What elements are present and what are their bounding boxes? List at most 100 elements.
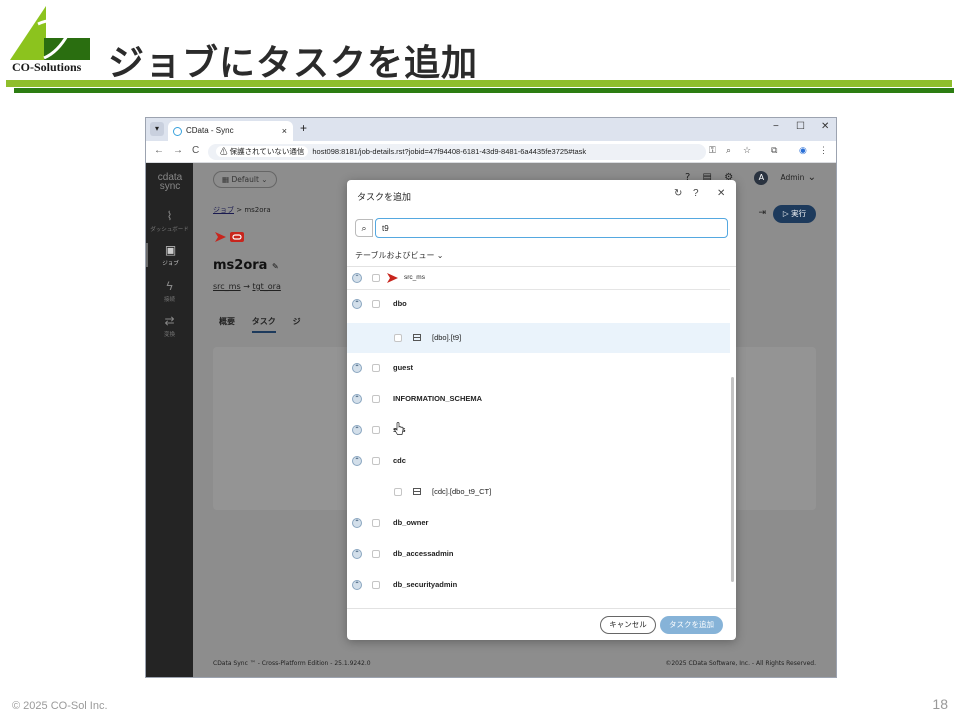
extensions-icon[interactable]: ⧉ bbox=[771, 145, 777, 156]
tree-row-connection[interactable]: ⌃ src_ms bbox=[347, 267, 730, 289]
tree-row-schema[interactable]: ⌃ cdc bbox=[347, 450, 730, 472]
sidebar-item-dashboard[interactable]: ⌇ ダッシュボード bbox=[146, 209, 193, 233]
source-target-logos bbox=[215, 232, 244, 242]
collapse-icon[interactable]: ⌃ bbox=[352, 299, 362, 309]
search-box: ⌕ bbox=[355, 218, 728, 238]
edit-icon[interactable]: ✎ bbox=[272, 262, 279, 271]
address-bar: ← → C ⚠ 保護されていない通信 host098:8181/job-detai… bbox=[146, 141, 836, 163]
search-input[interactable] bbox=[375, 218, 728, 238]
close-window-button[interactable]: ✕ bbox=[821, 121, 829, 132]
tree-row-schema[interactable]: ⌃ db_owner bbox=[347, 512, 730, 534]
add-task-button[interactable]: タスクを追加 bbox=[660, 616, 723, 634]
back-icon[interactable]: ← bbox=[154, 145, 164, 156]
workspace-selector[interactable]: ▦ Default ⌄ bbox=[213, 171, 277, 188]
bolt-icon: ϟ bbox=[166, 279, 173, 293]
add-task-dialog: タスクを追加 ↻ ? ✕ ⌕ テーブルおよびビュー ⌄ ⌃ src_ms bbox=[347, 180, 736, 640]
new-tab-button[interactable]: + bbox=[300, 121, 307, 135]
tree-row-table[interactable]: [cdc].[dbo_t9_CT] bbox=[347, 481, 730, 503]
tree-row-table[interactable]: [dbo].[t9] bbox=[347, 323, 730, 353]
tree-row-schema[interactable]: ⌃ sys bbox=[347, 419, 730, 441]
sidebar-item-transform[interactable]: ⇄ 変換 bbox=[146, 314, 193, 338]
tree-row-schema[interactable]: ⌃ INFORMATION_SCHEMA bbox=[347, 388, 730, 410]
object-type-dropdown[interactable]: テーブルおよびビュー ⌄ bbox=[355, 250, 443, 261]
user-menu[interactable]: A Admin ⌄ bbox=[745, 171, 816, 185]
avatar: A bbox=[754, 171, 769, 185]
bookmark-star-icon[interactable]: ☆ bbox=[743, 145, 751, 156]
title-rule-light bbox=[6, 80, 952, 87]
cdata-favicon-icon bbox=[173, 127, 182, 136]
source-link[interactable]: src_ms bbox=[213, 282, 241, 291]
profile-icon[interactable]: ◉ bbox=[799, 145, 807, 156]
help-circle-icon[interactable]: ? bbox=[693, 188, 699, 199]
target-link[interactable]: tgt_ora bbox=[252, 282, 280, 291]
row-checkbox[interactable] bbox=[372, 519, 380, 527]
row-checkbox[interactable] bbox=[372, 274, 380, 282]
sidebar-item-connections[interactable]: ϟ 接続 bbox=[146, 279, 193, 303]
row-checkbox[interactable] bbox=[372, 364, 380, 372]
tab-close-icon[interactable]: × bbox=[282, 121, 287, 141]
url-field[interactable]: ⚠ 保護されていない通信 host098:8181/job-details.rst… bbox=[208, 144, 706, 160]
row-checkbox[interactable] bbox=[394, 334, 402, 342]
slide-title: ジョブにタスクを追加 bbox=[108, 43, 479, 84]
row-checkbox[interactable] bbox=[372, 581, 380, 589]
tab-tasks[interactable]: タスク bbox=[251, 317, 276, 333]
close-icon[interactable]: ✕ bbox=[717, 188, 725, 199]
collapse-icon[interactable]: ⌃ bbox=[352, 363, 362, 373]
collapse-icon[interactable]: ⌃ bbox=[352, 425, 362, 435]
browser-menu-icon[interactable]: ⋮ bbox=[819, 145, 828, 156]
reload-icon[interactable]: C bbox=[192, 145, 199, 156]
tree-row-schema[interactable]: ⌃ db_accessadmin bbox=[347, 543, 730, 565]
sidebar-item-jobs[interactable]: ▣ ジョブ bbox=[146, 243, 193, 267]
run-button[interactable]: ▷ 実行 bbox=[773, 205, 816, 223]
security-warning[interactable]: ⚠ 保護されていない通信 bbox=[216, 146, 309, 157]
tab-overview[interactable]: 概要 bbox=[219, 317, 235, 326]
collapse-icon[interactable]: ⌃ bbox=[352, 549, 362, 559]
table-icon bbox=[413, 334, 421, 341]
job-title: ms2ora ✎ bbox=[213, 258, 279, 273]
zoom-icon[interactable]: ⌕ bbox=[726, 145, 731, 156]
collapse-icon[interactable]: ⌃ bbox=[352, 456, 362, 466]
search-icon[interactable]: ⌕ bbox=[355, 219, 373, 237]
minimize-button[interactable]: − bbox=[773, 121, 779, 132]
collapse-icon[interactable]: ⌃ bbox=[352, 394, 362, 404]
dialog-title: タスクを追加 bbox=[357, 192, 412, 202]
tab-more[interactable]: ジ bbox=[293, 317, 301, 326]
app-sidebar: cdata sync ⌇ ダッシュボード ▣ ジョブ ϟ 接続 ⇄ 変換 bbox=[146, 163, 193, 677]
briefcase-icon: ▣ bbox=[164, 243, 177, 257]
tree-scrollbar[interactable] bbox=[731, 377, 734, 582]
collapse-icon[interactable]: ⌃ bbox=[352, 518, 362, 528]
job-route: src_ms → tgt_ora bbox=[213, 282, 281, 291]
cdata-sync-brand: cdata sync bbox=[157, 172, 183, 192]
forward-icon[interactable]: → bbox=[173, 145, 183, 156]
tree-row-schema[interactable]: ⌃ dbo bbox=[347, 293, 730, 315]
collapse-icon[interactable]: ⌃ bbox=[352, 580, 362, 590]
key-icon[interactable]: ⚿ bbox=[709, 145, 716, 156]
row-separator bbox=[347, 289, 730, 290]
cancel-button[interactable]: キャンセル bbox=[600, 616, 656, 634]
tree-row-schema[interactable]: ⌃ guest bbox=[347, 357, 730, 379]
refresh-icon[interactable]: ↻ bbox=[674, 188, 682, 199]
maximize-button[interactable]: ☐ bbox=[796, 121, 805, 132]
transform-icon: ⇄ bbox=[164, 314, 175, 328]
tab-title: CData - Sync bbox=[186, 126, 234, 135]
tree-row-schema[interactable]: ⌃ db_securityadmin bbox=[347, 574, 730, 596]
dialog-footer: キャンセル タスクを追加 bbox=[347, 608, 736, 640]
row-checkbox[interactable] bbox=[372, 300, 380, 308]
row-checkbox[interactable] bbox=[394, 488, 402, 496]
browser-window: ▾ CData - Sync × + − ☐ ✕ ← → C ⚠ 保護されていな… bbox=[145, 117, 837, 678]
breadcrumb-jobs-link[interactable]: ジョブ bbox=[213, 206, 234, 214]
row-checkbox[interactable] bbox=[372, 395, 380, 403]
row-checkbox[interactable] bbox=[372, 426, 380, 434]
copyright: © 2025 CO-Sol Inc. bbox=[12, 700, 108, 712]
table-icon bbox=[413, 488, 421, 495]
export-icon[interactable]: ⇥ bbox=[758, 208, 766, 218]
tab-bar: ▾ CData - Sync × + − ☐ ✕ bbox=[146, 118, 836, 141]
schema-tree: ⌃ src_ms ⌃ dbo [dbo].[t9] ⌃ guest ⌃ INFO… bbox=[347, 266, 736, 606]
collapse-icon[interactable]: ⌃ bbox=[352, 273, 362, 283]
breadcrumb: ジョブ > ms2ora bbox=[213, 206, 271, 214]
chart-icon: ⌇ bbox=[166, 209, 173, 223]
row-checkbox[interactable] bbox=[372, 457, 380, 465]
row-checkbox[interactable] bbox=[372, 550, 380, 558]
tab-search-icon[interactable]: ▾ bbox=[150, 122, 164, 136]
browser-tab[interactable]: CData - Sync × bbox=[168, 121, 293, 141]
